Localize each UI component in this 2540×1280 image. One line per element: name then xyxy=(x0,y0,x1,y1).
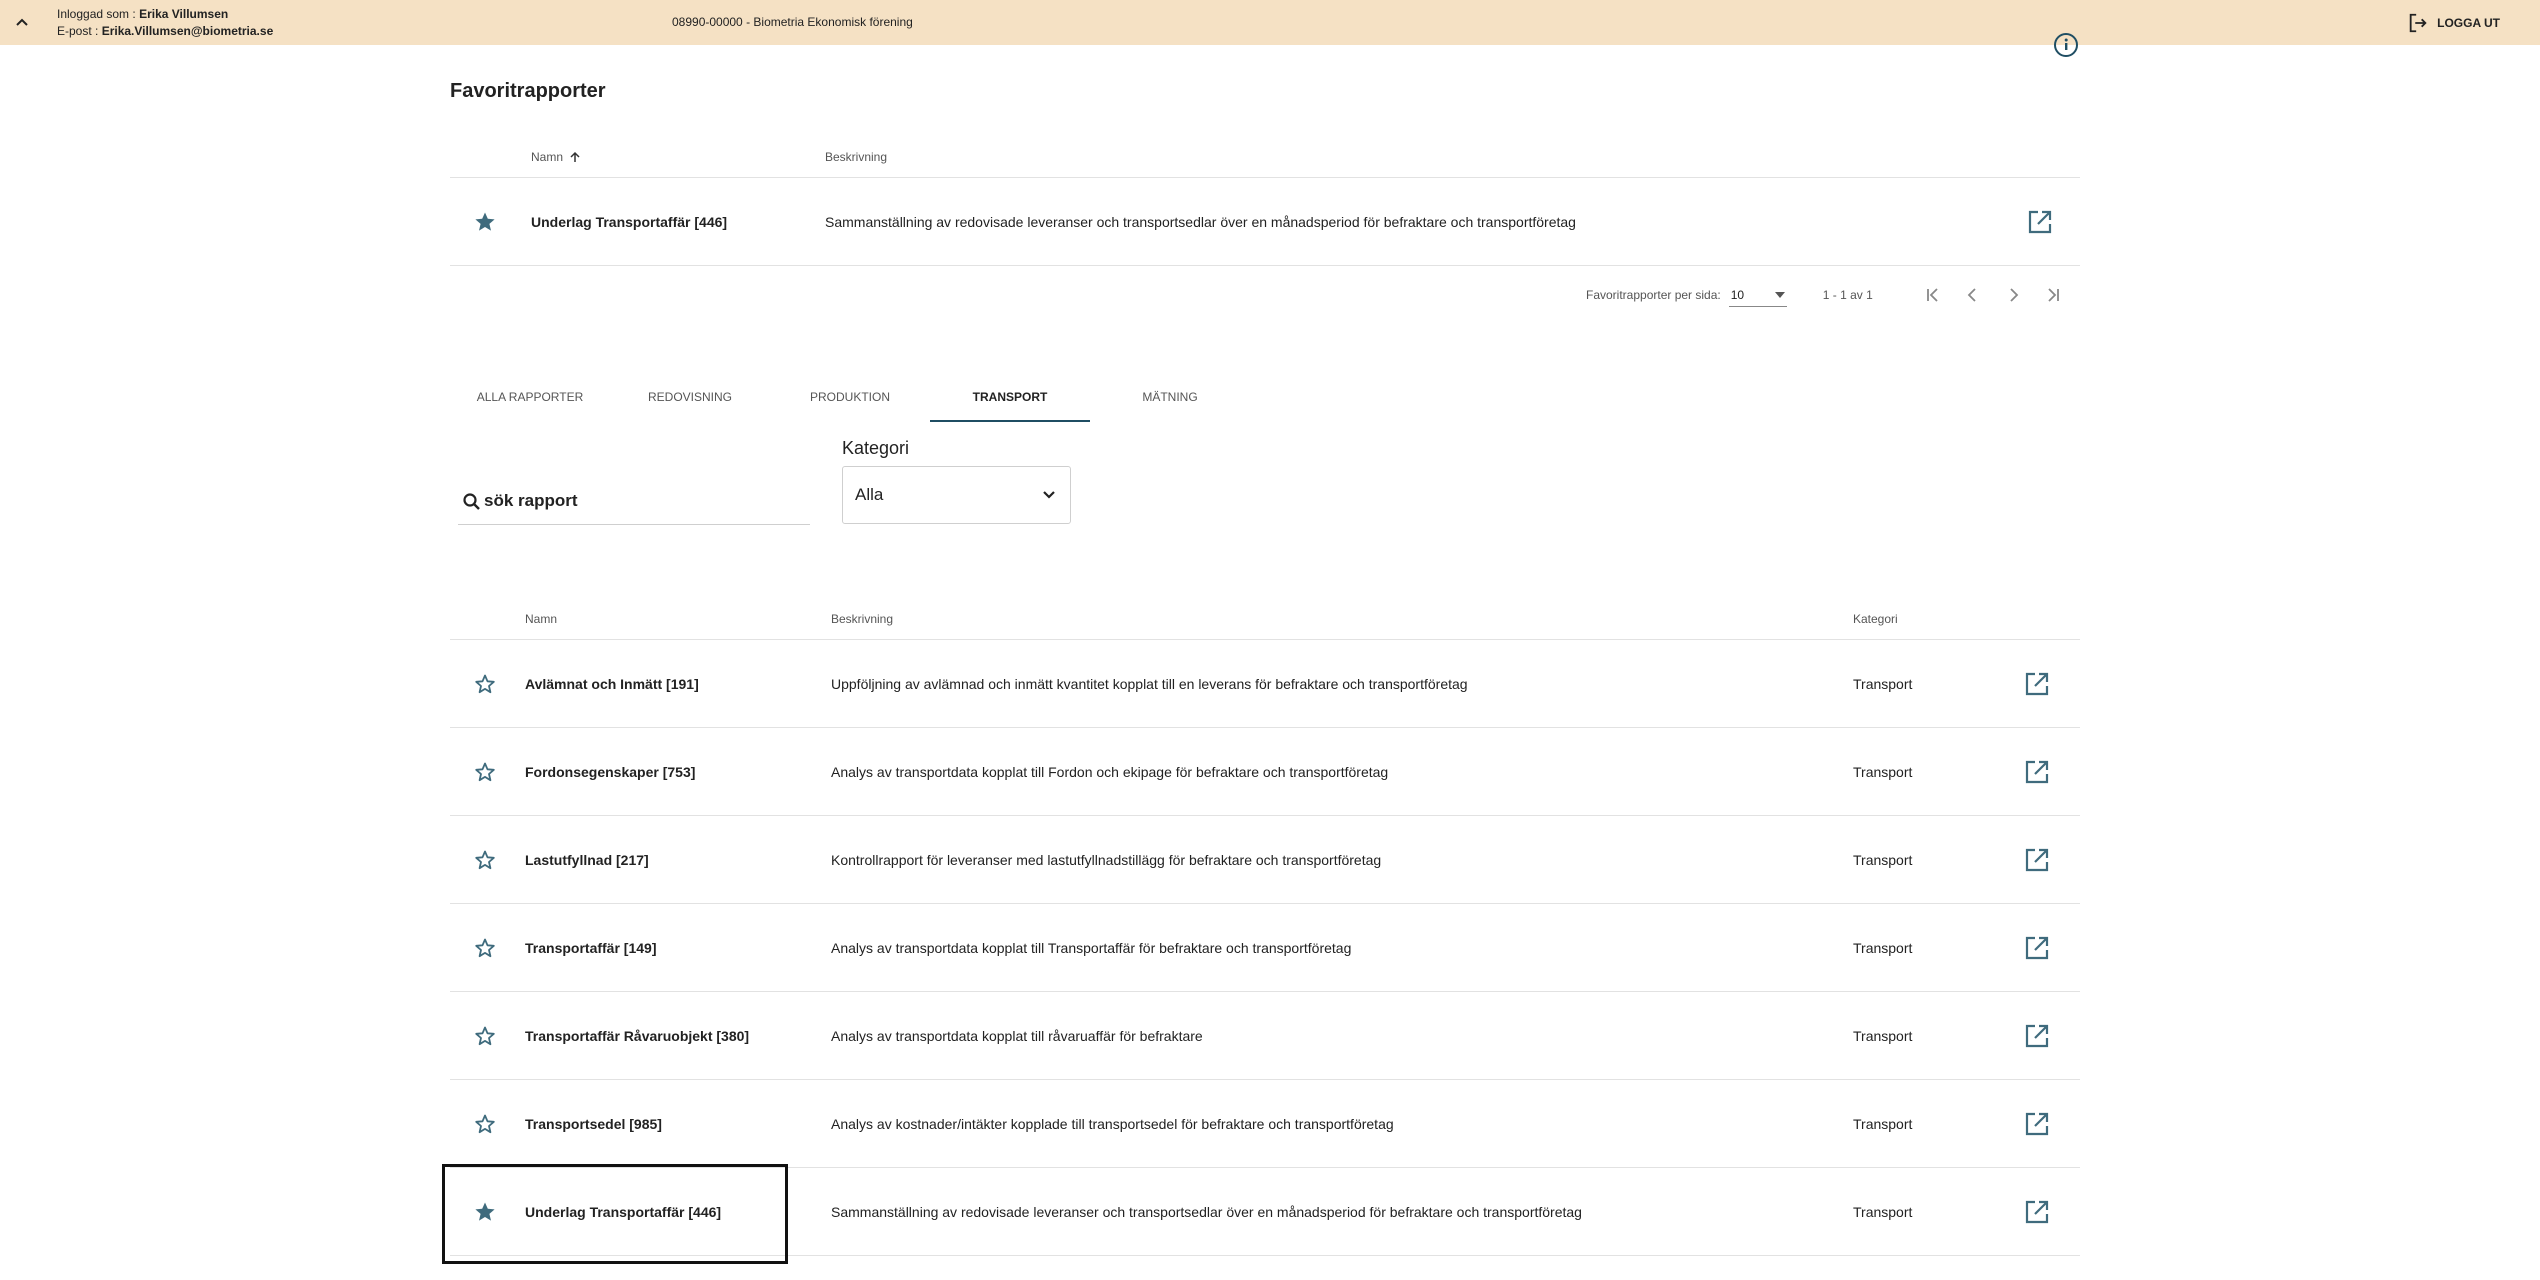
report-name[interactable]: Fordonsegenskaper [753] xyxy=(525,764,695,780)
column-name-header[interactable]: Namn xyxy=(525,612,557,626)
last-page-button[interactable] xyxy=(2033,286,2073,304)
first-page-button[interactable] xyxy=(1913,286,1953,304)
open-in-new-icon[interactable] xyxy=(2023,1022,2051,1050)
table-row: Underlag Transportaffär [446] Sammanstäl… xyxy=(450,178,2080,266)
report-description: Analys av kostnader/intäkter kopplade ti… xyxy=(831,1116,1394,1132)
caret-down-icon xyxy=(1774,291,1785,298)
tab-matning[interactable]: MÄTNING xyxy=(1090,382,1250,422)
first-page-icon xyxy=(1926,288,1938,302)
last-page-icon xyxy=(2048,288,2059,302)
previous-page-button[interactable] xyxy=(1953,286,1993,304)
open-in-new-icon[interactable] xyxy=(2023,1110,2051,1138)
logout-icon xyxy=(2409,13,2427,33)
report-tabs: ALLA RAPPORTER REDOVISNING PRODUKTION TR… xyxy=(450,382,1250,422)
open-in-new-icon[interactable] xyxy=(2026,208,2054,236)
open-in-new-icon[interactable] xyxy=(2023,670,2051,698)
report-description: Sammanställning av redovisade leveranser… xyxy=(831,1204,1582,1220)
collapse-button[interactable] xyxy=(12,12,32,32)
chevron-right-icon xyxy=(2010,288,2019,302)
report-category: Transport xyxy=(1853,852,1913,868)
star-outline-icon[interactable] xyxy=(473,848,497,872)
table-row: Fordonsegenskaper [753] Analys av transpo… xyxy=(450,728,2080,816)
report-name[interactable]: Avlämnat och Inmätt [191] xyxy=(525,676,699,692)
report-description: Analys av transportdata kopplat till Tra… xyxy=(831,940,1352,956)
tab-transport[interactable]: TRANSPORT xyxy=(930,382,1090,422)
search-input[interactable] xyxy=(484,486,804,516)
star-outline-icon[interactable] xyxy=(473,1024,497,1048)
column-name-label: Namn xyxy=(531,150,564,164)
star-filled-icon[interactable] xyxy=(473,1200,497,1224)
star-outline-icon[interactable] xyxy=(473,936,497,960)
open-in-new-icon[interactable] xyxy=(2023,934,2051,962)
favorites-paginator: Favoritrapporter per sida: 10 1 - 1 av 1 xyxy=(1586,280,2073,310)
search-icon xyxy=(463,493,480,510)
favorites-title: Favoritrapporter xyxy=(450,80,606,102)
category-value: Alla xyxy=(855,485,884,504)
reports-table-header: Namn Beskrivning Kategori xyxy=(450,600,2080,640)
per-page-value: 10 xyxy=(1730,287,1745,302)
table-row: Transportaffär Råvaruobjekt [380] Analys … xyxy=(450,992,2080,1080)
column-description-header: Beskrivning xyxy=(831,612,894,626)
report-name[interactable]: Transportaffär [149] xyxy=(525,940,656,956)
report-category: Transport xyxy=(1853,1116,1913,1132)
category-select[interactable]: Alla xyxy=(842,466,1071,524)
tab-redovisning[interactable]: REDOVISNING xyxy=(610,382,770,422)
chevron-up-icon xyxy=(16,18,28,26)
user-name: Erika Villumsen xyxy=(139,7,229,21)
table-row: Underlag Transportaffär [446] Sammanställ… xyxy=(450,1168,2080,1256)
star-outline-icon[interactable] xyxy=(473,672,497,696)
table-row: Lastutfyllnad [217] Kontrollrapport för l… xyxy=(450,816,2080,904)
report-description: Sammanställning av redovisade leveranser… xyxy=(825,214,1576,230)
next-page-button[interactable] xyxy=(1993,286,2033,304)
top-bar: Inloggad som : Erika Villumsen E-post : … xyxy=(0,0,2540,45)
star-outline-icon[interactable] xyxy=(473,760,497,784)
report-category: Transport xyxy=(1853,940,1913,956)
column-description-header: Beskrivning xyxy=(825,150,888,164)
chevron-down-icon xyxy=(1043,491,1055,499)
report-description: Analys av transportdata kopplat till råv… xyxy=(831,1028,1203,1044)
report-category: Transport xyxy=(1853,1204,1913,1220)
report-category: Transport xyxy=(1853,764,1913,780)
report-category: Transport xyxy=(1853,1028,1913,1044)
table-row: Avlämnat och Inmätt [191] Uppföljning av … xyxy=(450,640,2080,728)
report-name[interactable]: Transportaffär Råvaruobjekt [380] xyxy=(525,1028,749,1044)
arrow-up-icon xyxy=(570,151,580,162)
report-description: Kontrollrapport för leveranser med lastu… xyxy=(831,852,1382,868)
report-category: Transport xyxy=(1853,676,1913,692)
category-label: Kategori xyxy=(842,438,910,458)
logged-in-label: Inloggad som : xyxy=(57,7,140,21)
search-field xyxy=(458,478,810,525)
organization-name: 08990-00000 - Biometria Ekonomisk föreni… xyxy=(672,15,913,29)
favorites-table-header: Namn Beskrivning xyxy=(450,138,2080,178)
column-name-header[interactable]: Namn xyxy=(531,150,581,164)
open-in-new-icon[interactable] xyxy=(2023,846,2051,874)
user-info: Inloggad som : Erika Villumsen E-post : … xyxy=(57,6,273,40)
info-icon[interactable] xyxy=(2053,32,2079,58)
chevron-left-icon xyxy=(1967,288,1976,302)
report-name[interactable]: Underlag Transportaffär [446] xyxy=(525,1204,721,1220)
report-description: Analys av transportdata kopplat till For… xyxy=(831,764,1389,780)
email-label: E-post : xyxy=(57,24,102,38)
per-page-label: Favoritrapporter per sida: xyxy=(1586,288,1721,302)
report-name[interactable]: Transportsedel [985] xyxy=(525,1116,662,1132)
logout-label: LOGGA UT xyxy=(2437,16,2500,30)
column-category-header: Kategori xyxy=(1853,612,1898,626)
logout-button[interactable]: LOGGA UT xyxy=(2407,12,2500,34)
page-range: 1 - 1 av 1 xyxy=(1822,288,1873,302)
per-page-select[interactable]: 10 xyxy=(1728,283,1787,307)
star-outline-icon[interactable] xyxy=(473,1112,497,1136)
open-in-new-icon[interactable] xyxy=(2023,1198,2051,1226)
table-row: Transportaffär [149] Analys av transportd… xyxy=(450,904,2080,992)
table-row: Transportsedel [985] Analys av kostnader/… xyxy=(450,1080,2080,1168)
report-name[interactable]: Underlag Transportaffär [446] xyxy=(531,214,727,230)
tab-alla-rapporter[interactable]: ALLA RAPPORTER xyxy=(450,382,610,422)
report-name[interactable]: Lastutfyllnad [217] xyxy=(525,852,649,868)
user-email: Erika.Villumsen@biometria.se xyxy=(101,24,274,38)
report-description: Uppföljning av avlämnad och inmätt kvant… xyxy=(831,676,1468,692)
tab-produktion[interactable]: PRODUKTION xyxy=(770,382,930,422)
star-filled-icon[interactable] xyxy=(473,210,497,234)
open-in-new-icon[interactable] xyxy=(2023,758,2051,786)
